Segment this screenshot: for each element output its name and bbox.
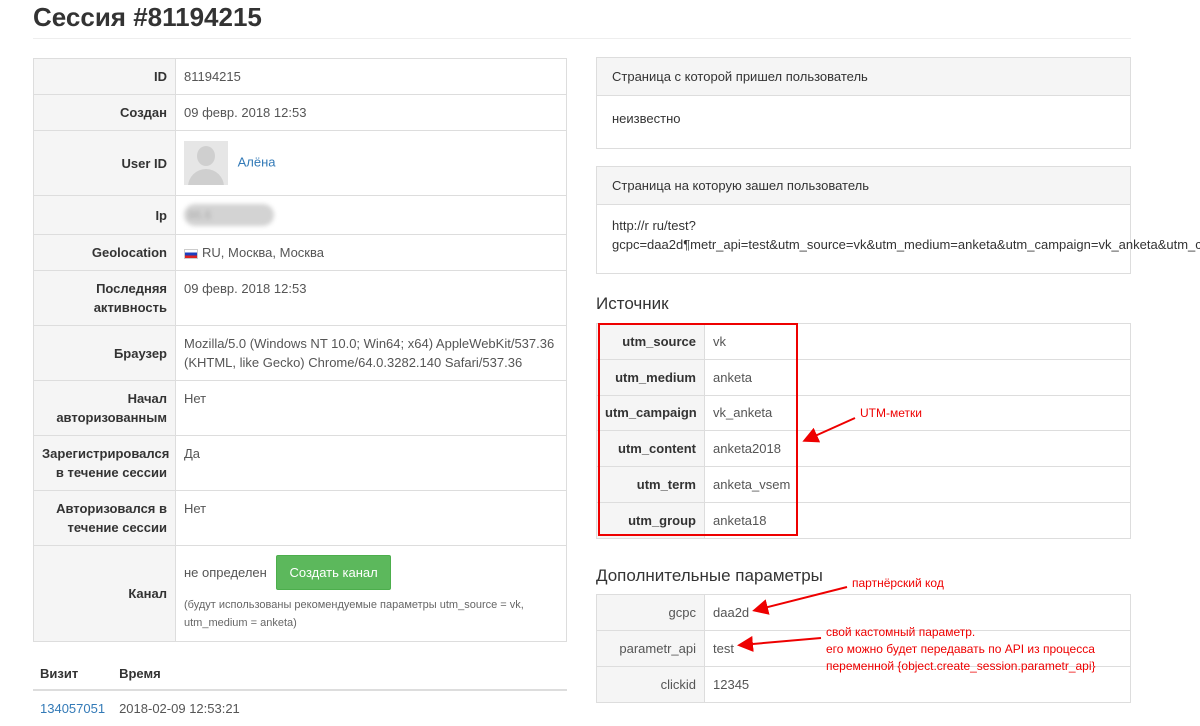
annotation-arrows (737, 417, 856, 652)
utm-arrow-icon (802, 417, 856, 443)
custom-param-arrow-icon (737, 635, 822, 652)
partner-arrow-icon (752, 586, 848, 615)
